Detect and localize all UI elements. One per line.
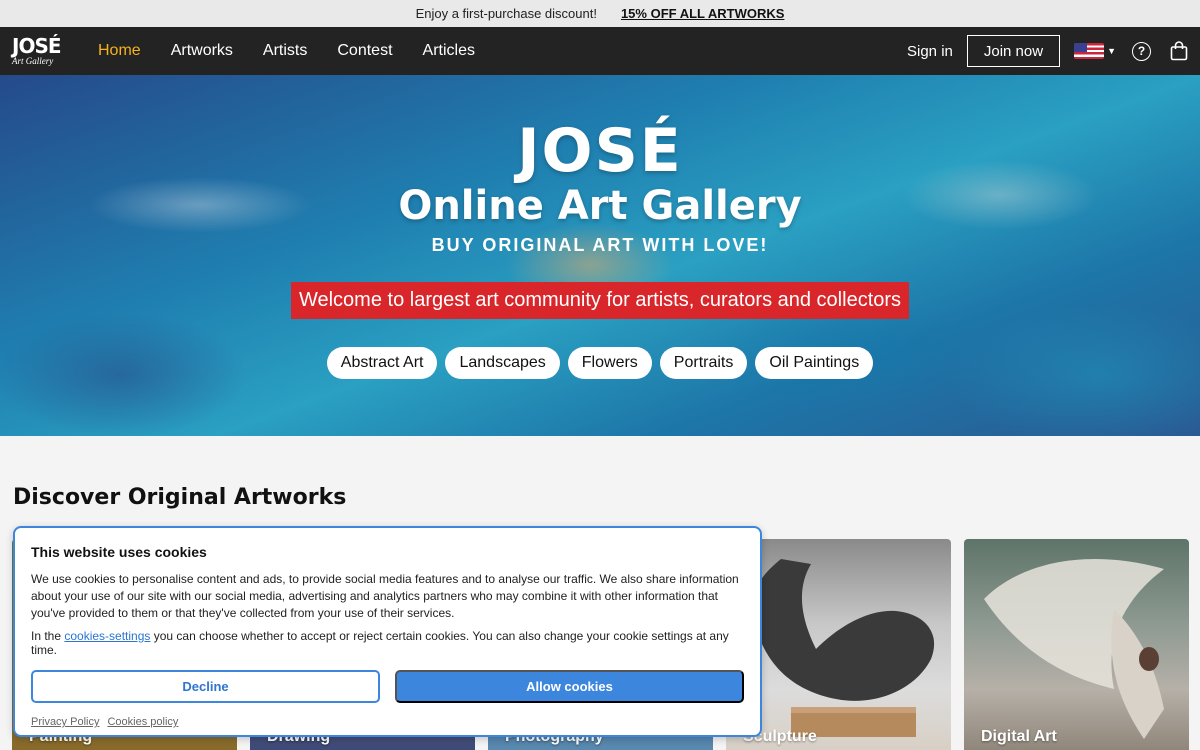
- nav-link-artworks[interactable]: Artworks: [171, 42, 233, 60]
- logo-subtitle: Art Gallery: [12, 56, 54, 66]
- card-label: Digital Art: [981, 728, 1057, 745]
- cookie-title: This website uses cookies: [31, 544, 207, 560]
- cookie-consent-dialog: This website uses cookies We use cookies…: [13, 526, 762, 737]
- policy-links: Privacy Policy Cookies policy: [31, 716, 744, 728]
- nav-link-home[interactable]: Home: [98, 42, 141, 60]
- logo-wordmark: JOSÉ: [12, 34, 62, 58]
- cookie-body: We use cookies to personalise content an…: [31, 572, 739, 620]
- category-chips: Abstract Art Landscapes Flowers Portrait…: [326, 347, 874, 379]
- hero-tagline: BUY ORIGINAL ART WITH LOVE!: [431, 235, 769, 255]
- digital-art-image: [984, 559, 1164, 739]
- cookie-settings-text: In the cookies-settings you can choose w…: [31, 629, 729, 657]
- promo-link[interactable]: 15% OFF ALL ARTWORKS: [621, 6, 784, 21]
- top-navigation: JOSÉ Art Gallery Home Artworks Artists C…: [0, 27, 1200, 75]
- promo-bar: Enjoy a first-purchase discount! 15% OFF…: [0, 0, 1200, 27]
- nav-link-articles[interactable]: Articles: [423, 42, 475, 60]
- discover-heading: Discover Original Artworks: [13, 485, 347, 510]
- allow-cookies-button[interactable]: Allow cookies: [395, 670, 744, 703]
- us-flag-icon[interactable]: [1074, 43, 1105, 59]
- promo-text: Enjoy a first-purchase discount!: [415, 6, 597, 21]
- nav-links: Home Artworks Artists Contest Articles: [98, 42, 475, 60]
- nav-actions: Sign in Join now ▼ ?: [907, 35, 1188, 67]
- sign-in-link[interactable]: Sign in: [907, 43, 953, 60]
- site-logo[interactable]: JOSÉ Art Gallery: [12, 36, 82, 66]
- category-card-digital-art[interactable]: Digital Art: [964, 539, 1189, 750]
- chip-oil-paintings[interactable]: Oil Paintings: [755, 347, 874, 379]
- chevron-down-icon[interactable]: ▼: [1107, 46, 1116, 56]
- chip-abstract-art[interactable]: Abstract Art: [326, 347, 438, 379]
- shopping-bag-icon[interactable]: [1170, 41, 1188, 61]
- welcome-banner: Welcome to largest art community for art…: [290, 282, 910, 319]
- nav-link-artists[interactable]: Artists: [263, 42, 307, 60]
- help-icon[interactable]: ?: [1132, 41, 1151, 61]
- hero-title: JOSÉ: [517, 116, 683, 186]
- cookies-settings-link[interactable]: cookies-settings: [64, 629, 150, 643]
- chip-portraits[interactable]: Portraits: [659, 347, 748, 379]
- cookies-policy-link[interactable]: Cookies policy: [107, 716, 178, 728]
- nav-link-contest[interactable]: Contest: [337, 42, 392, 60]
- cookie-buttons: Decline Allow cookies: [31, 670, 744, 703]
- decline-button[interactable]: Decline: [31, 670, 380, 703]
- hero-banner: JOSÉ Online Art Gallery BUY ORIGINAL ART…: [0, 75, 1200, 436]
- privacy-policy-link[interactable]: Privacy Policy: [31, 716, 99, 728]
- chip-flowers[interactable]: Flowers: [567, 347, 652, 379]
- chip-landscapes[interactable]: Landscapes: [445, 347, 560, 379]
- join-now-button[interactable]: Join now: [966, 35, 1061, 67]
- hero-subtitle: Online Art Gallery: [398, 183, 802, 229]
